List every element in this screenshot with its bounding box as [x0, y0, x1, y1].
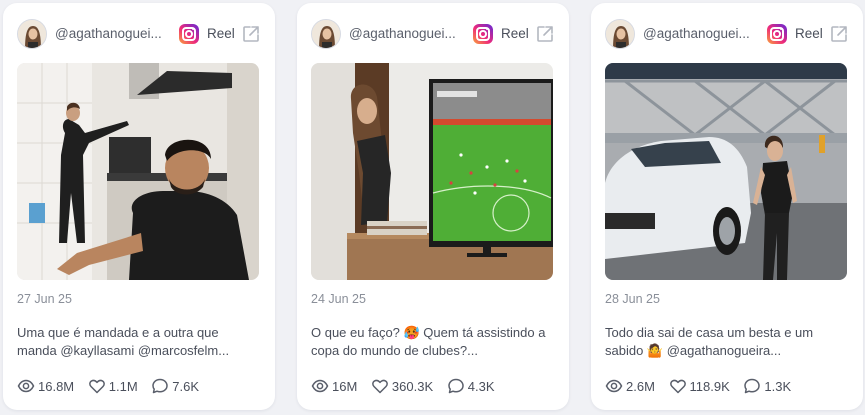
- post-type-label: Reel: [795, 26, 823, 41]
- post-thumbnail[interactable]: [605, 63, 847, 280]
- caption-line: manda @kayllasami @marcosfelm...: [17, 343, 230, 358]
- comment-icon: [744, 378, 761, 394]
- post-date: 28 Jun 25: [605, 292, 660, 306]
- views-count: 16.8M: [38, 379, 75, 394]
- likes-stat: 1.1M: [88, 377, 138, 395]
- avatar[interactable]: [605, 19, 635, 49]
- caption-line: O que eu faço? 🥵 Quem tá assistindo a: [311, 325, 546, 340]
- author-handle[interactable]: @agathanoguei...: [643, 26, 757, 41]
- comment-icon: [448, 378, 464, 394]
- post-caption: Todo dia sai de casa um besta e um sabid…: [605, 324, 845, 360]
- post-type-label: Reel: [501, 26, 529, 41]
- comments-count: 4.3K: [467, 379, 495, 394]
- comments-count: 7.6K: [172, 379, 200, 394]
- post-card[interactable]: @agathanoguei... Reel 24 Jun 25 O que eu…: [297, 3, 569, 410]
- post-card[interactable]: @agathanoguei... Reel 28 Jun 25 Todo dia…: [591, 3, 863, 410]
- likes-count: 360.3K: [391, 379, 434, 394]
- post-thumbnail[interactable]: [311, 63, 553, 280]
- views-stat: 2.6M: [605, 377, 655, 395]
- comment-icon: [152, 378, 169, 394]
- author-handle[interactable]: @agathanoguei...: [55, 26, 169, 41]
- views-stat: 16M: [311, 377, 357, 395]
- comments-stat: 1.3K: [743, 377, 791, 395]
- instagram-icon: [473, 24, 493, 44]
- comments-stat: 7.6K: [151, 377, 199, 395]
- post-thumbnail[interactable]: [17, 63, 259, 280]
- post-card[interactable]: @agathanoguei... Reel 27 Jun 25 Uma que …: [3, 3, 275, 410]
- card-header: @agathanoguei... Reel: [311, 19, 555, 49]
- instagram-icon: [179, 24, 199, 44]
- post-stats: 16.8M 1.1M 7.6K: [17, 377, 209, 395]
- post-date: 24 Jun 25: [311, 292, 366, 306]
- post-caption: O que eu faço? 🥵 Quem tá assistindo a co…: [311, 324, 551, 360]
- avatar[interactable]: [311, 19, 341, 49]
- post-type-label: Reel: [207, 26, 235, 41]
- author-handle[interactable]: @agathanoguei...: [349, 26, 463, 41]
- card-header: @agathanoguei... Reel: [17, 19, 261, 49]
- heart-icon: [88, 379, 105, 394]
- eye-icon: [605, 379, 623, 393]
- caption-line: copa do mundo de clubes?...: [311, 343, 478, 358]
- views-count: 2.6M: [626, 379, 655, 394]
- external-link-icon[interactable]: [535, 24, 555, 44]
- comments-count: 1.3K: [764, 379, 792, 394]
- avatar[interactable]: [17, 19, 47, 49]
- caption-line: Todo dia sai de casa um besta e um: [605, 325, 814, 340]
- post-stats: 16M 360.3K 4.3K: [311, 377, 505, 395]
- card-header: @agathanoguei... Reel: [605, 19, 849, 49]
- external-link-icon[interactable]: [241, 24, 261, 44]
- likes-stat: 118.9K: [669, 377, 730, 395]
- views-stat: 16.8M: [17, 377, 74, 395]
- views-count: 16M: [332, 379, 358, 394]
- post-caption: Uma que é mandada e a outra que manda @k…: [17, 324, 257, 360]
- instagram-icon: [767, 24, 787, 44]
- post-stats: 2.6M 118.9K 1.3K: [605, 377, 801, 395]
- heart-icon: [669, 379, 686, 394]
- caption-line: sabido 🤷 @agathanogueira...: [605, 343, 782, 358]
- external-link-icon[interactable]: [829, 24, 849, 44]
- caption-line: Uma que é mandada e a outra que: [17, 325, 219, 340]
- comments-stat: 4.3K: [447, 377, 495, 395]
- likes-count: 118.9K: [689, 379, 730, 394]
- eye-icon: [17, 379, 35, 393]
- post-date: 27 Jun 25: [17, 292, 72, 306]
- heart-icon: [372, 379, 388, 394]
- likes-count: 1.1M: [108, 379, 138, 394]
- likes-stat: 360.3K: [371, 377, 433, 395]
- eye-icon: [311, 379, 329, 393]
